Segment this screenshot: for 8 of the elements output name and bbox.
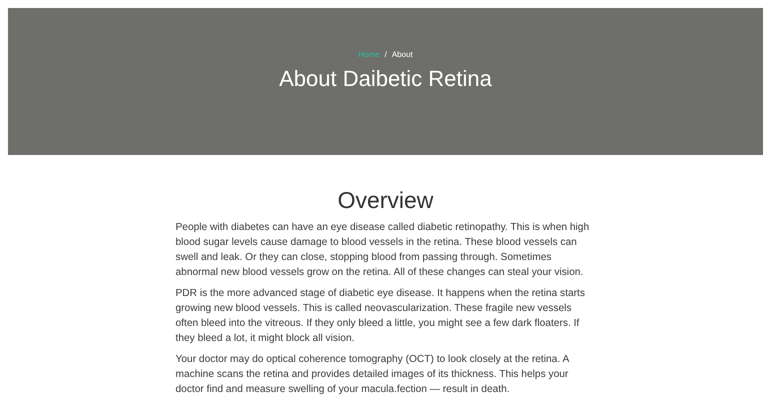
section-heading: Overview xyxy=(336,187,434,213)
paragraph: Your doctor may do optical coherence tomography (OCT) to look closely at the retina. A machine scans the retina and provides detailed images of its thickness. This helps your doctor find and measure swelling of your macula.fection — result in death. xyxy=(176,353,570,397)
paragraph: People with diabetes can have an eye disease called diabetic retinopathy. This is when high blood sugar levels cause damage to blood vessels in the retina. These blood vessels can swell and leak. Or they can close, stopping blood from passing through. Sometimes abnormal new blood vessels grow on the retina. All of these changes can steal your vision. xyxy=(176,221,590,280)
page-title: About Daibetic Retina xyxy=(279,66,492,92)
breadcrumb-link[interactable]: Home xyxy=(358,50,380,60)
breadcrumb-separator: / xyxy=(384,50,387,60)
paragraph: PDR is the more advanced stage of diabetic eye disease. It happens when the retina starts growing new blood vessels. This is called neovascularization. These fragile new vessels often bleed into the vitreous. If they only bleed a little, you might see a few dark floaters. If they bleed a lot, it might block all vision. xyxy=(176,287,586,346)
breadcrumb-current: About xyxy=(392,50,413,60)
